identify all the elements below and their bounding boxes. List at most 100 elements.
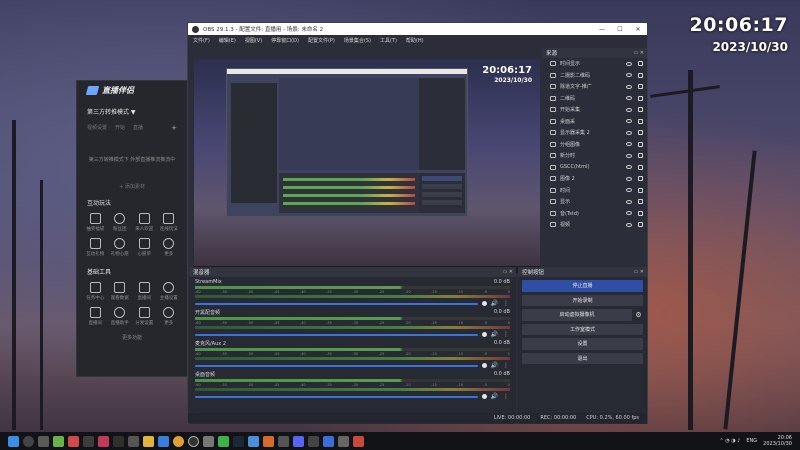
track-menu-icon[interactable]: ⋮ bbox=[502, 393, 510, 400]
steam-icon[interactable] bbox=[233, 435, 244, 447]
eye-icon[interactable] bbox=[626, 142, 632, 147]
volume-slider[interactable] bbox=[195, 364, 478, 367]
volume-slider-handle[interactable] bbox=[481, 301, 487, 306]
source-item[interactable]: 开始采集 bbox=[542, 104, 647, 116]
exit-button[interactable]: 退出 bbox=[522, 352, 643, 364]
source-item[interactable]: 视频 bbox=[542, 219, 647, 231]
source-item[interactable]: 二维码 bbox=[542, 93, 647, 105]
studio-mode-button[interactable]: 工作室模式 bbox=[522, 323, 643, 335]
maximize-button[interactable]: ☐ bbox=[611, 26, 629, 33]
app-icon[interactable] bbox=[203, 435, 214, 447]
volume-slider[interactable] bbox=[195, 302, 478, 305]
interaction-item[interactable]: 粉丝团 bbox=[108, 213, 133, 232]
app-icon[interactable] bbox=[338, 435, 349, 447]
source-item[interactable]: 分组图像 bbox=[542, 139, 647, 151]
app-icon[interactable] bbox=[263, 435, 274, 447]
speaker-icon[interactable]: 🔊 bbox=[491, 331, 498, 338]
eye-icon[interactable] bbox=[626, 96, 632, 101]
lock-icon[interactable] bbox=[638, 153, 643, 159]
eye-icon[interactable] bbox=[626, 153, 632, 158]
app-icon[interactable] bbox=[353, 435, 364, 447]
helper-tab[interactable]: 直播 bbox=[133, 124, 143, 132]
app-icon[interactable] bbox=[53, 435, 64, 447]
interaction-item[interactable]: 来人欢迎 bbox=[132, 213, 157, 232]
menu-file[interactable]: 文件(F) bbox=[193, 37, 210, 44]
folder-icon[interactable] bbox=[143, 435, 154, 447]
panel-controls[interactable]: ▭ ✕ bbox=[502, 269, 516, 275]
lock-icon[interactable] bbox=[638, 164, 643, 170]
close-button[interactable]: ✕ bbox=[629, 26, 647, 33]
menu-profile[interactable]: 配置文件(P) bbox=[308, 37, 335, 44]
eye-icon[interactable] bbox=[626, 84, 632, 89]
input-language[interactable]: ENG bbox=[746, 438, 757, 444]
helper-more-button[interactable]: 更多功能 bbox=[77, 334, 187, 341]
menu-help[interactable]: 帮助(H) bbox=[406, 37, 424, 44]
app-icon[interactable] bbox=[158, 435, 169, 447]
task-view-icon[interactable] bbox=[38, 435, 49, 447]
menu-tools[interactable]: 工具(T) bbox=[380, 37, 397, 44]
tool-item[interactable]: 任务中心 bbox=[83, 282, 108, 301]
tool-item[interactable]: 直播间 bbox=[132, 282, 157, 301]
helper-tab[interactable]: 视频设置 bbox=[87, 124, 107, 132]
eye-icon[interactable] bbox=[626, 130, 632, 135]
eye-icon[interactable] bbox=[626, 119, 632, 124]
panel-controls[interactable]: ▭ ✕ bbox=[633, 50, 647, 56]
source-item[interactable]: 时间显示 bbox=[542, 58, 647, 70]
source-item[interactable]: 显示器采集 2 bbox=[542, 127, 647, 139]
start-virtual-camera-button[interactable]: 启动虚拟摄像机 bbox=[522, 309, 632, 321]
lock-icon[interactable] bbox=[638, 84, 643, 90]
lock-icon[interactable] bbox=[638, 176, 643, 182]
volume-slider-handle[interactable] bbox=[481, 332, 487, 337]
tool-item[interactable]: 直播助手 bbox=[108, 307, 133, 326]
tool-item[interactable]: 主播设置 bbox=[157, 282, 182, 301]
lock-icon[interactable] bbox=[638, 72, 643, 78]
interaction-item[interactable]: 礼物心愿 bbox=[108, 238, 133, 257]
menu-edit[interactable]: 编辑(E) bbox=[219, 37, 236, 44]
tray-icons[interactable]: ⌃ ◔ ◑ ♪ bbox=[720, 438, 741, 444]
tool-item[interactable]: 更多 bbox=[157, 307, 182, 326]
app-icon[interactable] bbox=[113, 435, 124, 447]
lock-icon[interactable] bbox=[638, 141, 643, 147]
taskbar-clock[interactable]: 20:06 2023/10/30 bbox=[763, 435, 792, 447]
source-item[interactable]: 新分时 bbox=[542, 150, 647, 162]
app-icon[interactable] bbox=[98, 435, 109, 447]
volume-slider[interactable] bbox=[195, 395, 478, 398]
tool-item[interactable]: 分发设置 bbox=[132, 307, 157, 326]
eye-icon[interactable] bbox=[626, 211, 632, 216]
eye-icon[interactable] bbox=[626, 107, 632, 112]
eye-icon[interactable] bbox=[626, 222, 632, 227]
interaction-item[interactable]: 连线玩法 bbox=[157, 213, 182, 232]
lock-icon[interactable] bbox=[638, 199, 643, 205]
track-menu-icon[interactable]: ⋮ bbox=[502, 362, 510, 369]
panel-controls[interactable]: ▭ ✕ bbox=[633, 269, 647, 275]
eye-icon[interactable] bbox=[626, 188, 632, 193]
lock-icon[interactable] bbox=[638, 118, 643, 124]
speaker-icon[interactable]: 🔊 bbox=[491, 300, 498, 307]
helper-tab[interactable]: 开始 bbox=[115, 124, 125, 132]
minimize-button[interactable]: — bbox=[593, 26, 611, 33]
eye-icon[interactable] bbox=[626, 61, 632, 66]
source-item[interactable]: 图像 2 bbox=[542, 173, 647, 185]
helper-add-icon[interactable]: + bbox=[171, 124, 177, 132]
menu-docks[interactable]: 停靠窗口(D) bbox=[271, 37, 299, 44]
speaker-icon[interactable]: 🔊 bbox=[491, 362, 498, 369]
stop-streaming-button[interactable]: 停止直播 bbox=[522, 280, 643, 292]
volume-slider-handle[interactable] bbox=[481, 363, 487, 368]
gear-icon[interactable]: ⚙ bbox=[634, 311, 643, 319]
source-item[interactable]: 音(Tstd) bbox=[542, 208, 647, 220]
source-item[interactable]: 二摄影二维码 bbox=[542, 70, 647, 82]
start-recording-button[interactable]: 开始录制 bbox=[522, 294, 643, 306]
lock-icon[interactable] bbox=[638, 130, 643, 136]
obs-preview[interactable]: 20:06:17 2023/10/30 bbox=[194, 59, 540, 273]
source-item[interactable]: 显示 bbox=[542, 196, 647, 208]
volume-slider[interactable] bbox=[195, 333, 478, 336]
lock-icon[interactable] bbox=[638, 187, 643, 193]
app-icon[interactable] bbox=[68, 435, 79, 447]
app-icon[interactable] bbox=[308, 435, 319, 447]
volume-slider-handle[interactable] bbox=[481, 394, 487, 399]
speaker-icon[interactable]: 🔊 bbox=[491, 393, 498, 400]
app-icon[interactable] bbox=[83, 435, 94, 447]
source-item[interactable]: GSCC(html) bbox=[542, 162, 647, 174]
tool-item[interactable]: 观看数据 bbox=[108, 282, 133, 301]
menu-view[interactable]: 视图(V) bbox=[245, 37, 262, 44]
